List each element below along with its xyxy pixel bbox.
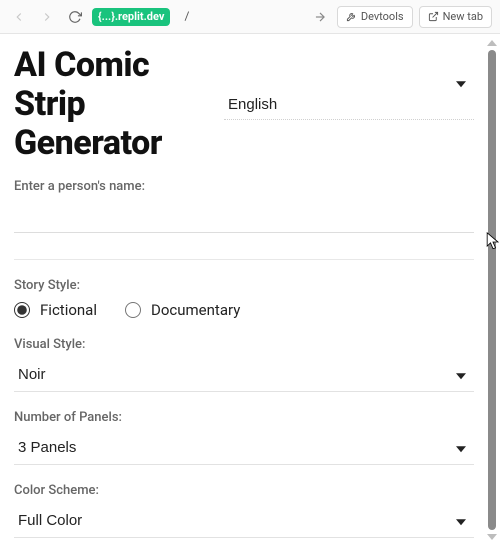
scrollbar[interactable] bbox=[486, 40, 498, 540]
arrow-right-icon bbox=[40, 10, 54, 24]
story-style-radio-group: Fictional Documentary bbox=[14, 301, 474, 319]
url-host-chip[interactable]: {...}.replit.dev bbox=[92, 8, 170, 26]
new-tab-label: New tab bbox=[443, 10, 483, 23]
divider bbox=[14, 259, 474, 260]
go-button[interactable] bbox=[309, 6, 331, 28]
page-title: AI Comic Strip Generator bbox=[14, 46, 214, 163]
new-tab-button[interactable]: New tab bbox=[419, 6, 492, 28]
scroll-down-icon[interactable] bbox=[487, 534, 497, 540]
story-style-label: Story Style: bbox=[14, 278, 474, 293]
radio-documentary-label: Documentary bbox=[151, 301, 240, 319]
page-viewport: AI Comic Strip Generator English Enter a… bbox=[0, 34, 500, 546]
language-select[interactable]: English bbox=[224, 90, 474, 120]
name-input[interactable] bbox=[14, 200, 474, 233]
devtools-button[interactable]: Devtools bbox=[337, 6, 413, 28]
radio-fictional-input[interactable] bbox=[14, 302, 30, 318]
scroll-thumb[interactable] bbox=[488, 50, 496, 530]
browser-toolbar: {...}.replit.dev / Devtools New tab bbox=[0, 0, 500, 34]
reload-icon bbox=[68, 10, 82, 24]
scroll-up-icon[interactable] bbox=[487, 40, 497, 46]
forward-button[interactable] bbox=[36, 6, 58, 28]
visual-style-select[interactable]: Noir bbox=[14, 358, 474, 392]
arrow-right-icon bbox=[313, 10, 327, 24]
story-style-fictional[interactable]: Fictional bbox=[14, 301, 97, 319]
color-scheme-select[interactable]: Full Color bbox=[14, 504, 474, 538]
page-content: AI Comic Strip Generator English Enter a… bbox=[14, 46, 474, 536]
visual-style-label: Visual Style: bbox=[14, 337, 474, 352]
back-button[interactable] bbox=[8, 6, 30, 28]
panels-select[interactable]: 3 Panels bbox=[14, 431, 474, 465]
wrench-icon bbox=[346, 11, 357, 22]
external-link-icon bbox=[428, 11, 439, 22]
arrow-left-icon bbox=[12, 10, 26, 24]
reload-button[interactable] bbox=[64, 6, 86, 28]
name-field-label: Enter a person's name: bbox=[14, 179, 474, 194]
url-path-input[interactable]: / bbox=[176, 6, 302, 28]
panels-label: Number of Panels: bbox=[14, 410, 474, 425]
color-scheme-label: Color Scheme: bbox=[14, 483, 474, 498]
radio-fictional-label: Fictional bbox=[40, 301, 97, 319]
radio-documentary-input[interactable] bbox=[125, 302, 141, 318]
story-style-documentary[interactable]: Documentary bbox=[125, 301, 240, 319]
devtools-label: Devtools bbox=[361, 10, 404, 23]
